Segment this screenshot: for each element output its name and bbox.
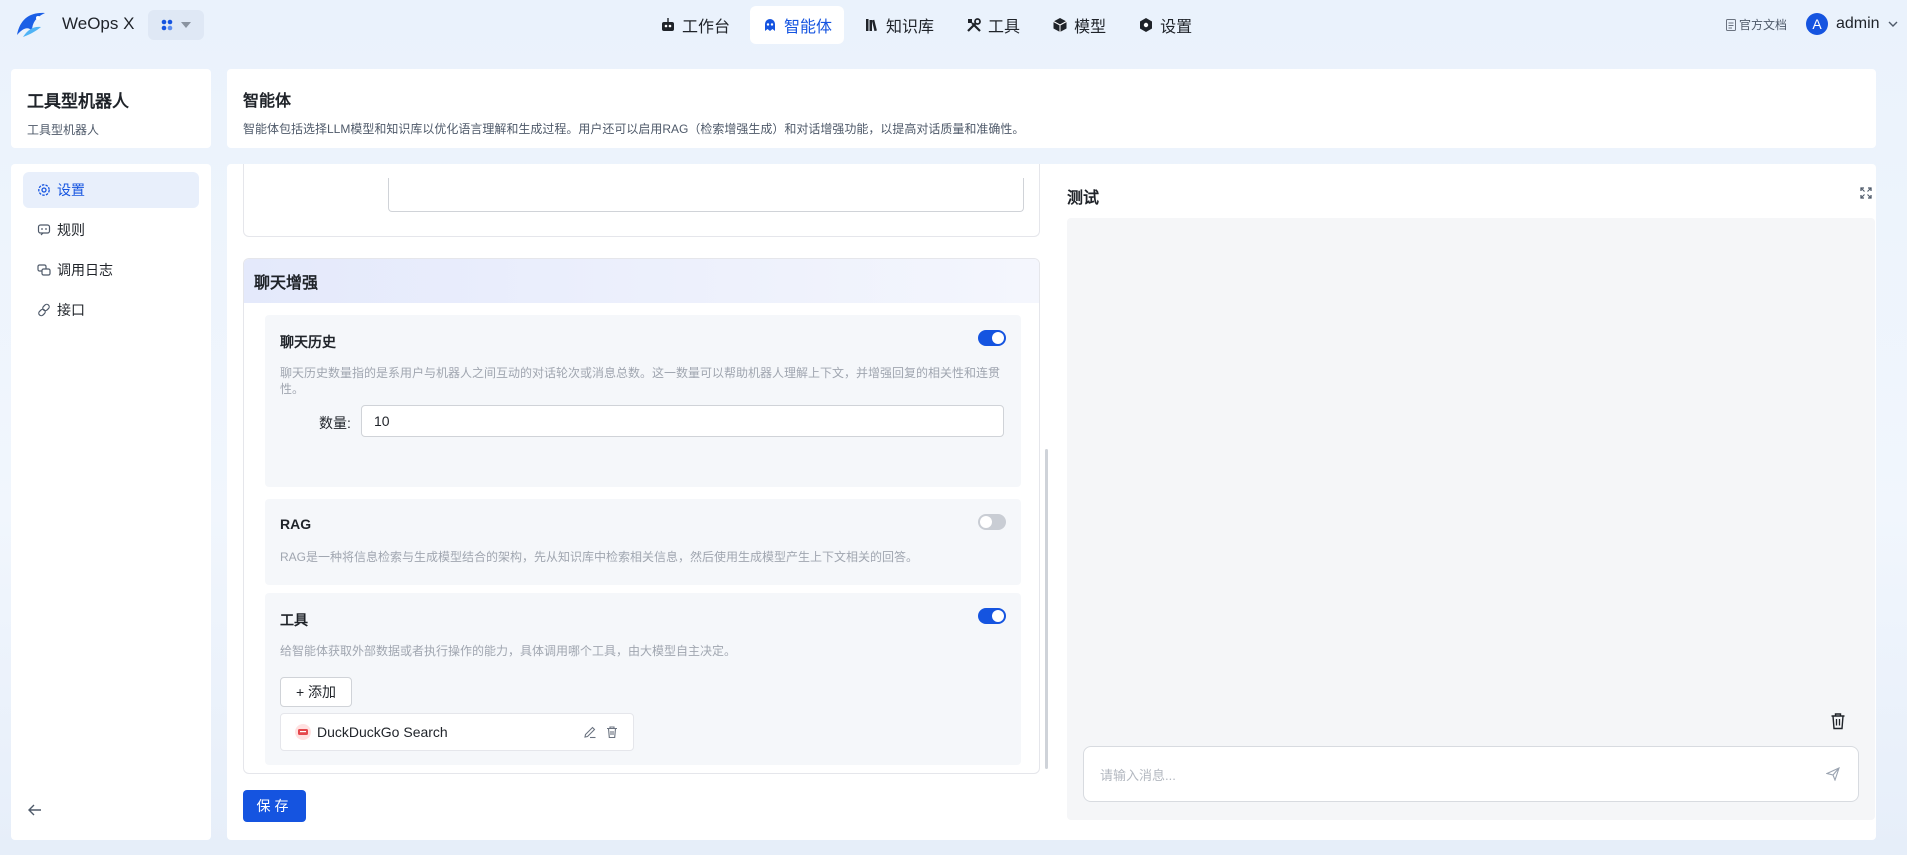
test-panel-title: 测试 [1067,190,1100,207]
fullscreen-icon[interactable] [1860,187,1872,199]
nav-label: 智能体 [784,19,833,36]
agent-info-card: 工具型机器人 工具型机器人 [11,69,211,148]
toggle-knob [992,610,1004,622]
app-switcher[interactable] [148,10,204,40]
section-title: 聊天增强 [244,259,1039,303]
caret-down-icon [181,22,191,28]
form-fragment [243,164,1040,237]
bot-icon [765,19,776,31]
block-description: 聊天历史数量指的是系用户与机器人之间互动的对话轮次或消息总数。这一数量可以帮助机… [280,366,1001,396]
cube-icon [1053,18,1067,32]
settings-icon [38,184,50,196]
avatar: A [1806,13,1828,35]
main-nav: 工作台 智能体 知识库 工具 模型 设置 [648,6,1204,44]
page-title: 智能体 [243,93,292,110]
page-header: 智能体 智能体包括选择LLM模型和知识库以优化语言理解和生成过程。用户还可以启用… [227,69,1876,148]
nav-agents[interactable]: 智能体 [750,6,845,44]
delete-icon[interactable] [605,725,619,739]
quantity-label: 数量: [319,415,351,431]
block-title: 聊天历史 [280,334,336,350]
agent-type: 工具型机器人 [27,123,100,137]
page-description: 智能体包括选择LLM模型和知识库以优化语言理解和生成过程。用户还可以启用RAG（… [243,122,1025,136]
edit-icon[interactable] [583,725,597,739]
books-icon [866,19,877,32]
toggle-knob [980,516,992,528]
send-icon[interactable] [1826,767,1840,781]
nav-tools[interactable]: 工具 [954,6,1032,44]
nav-label: 设置 [1160,19,1193,36]
tool-actions [583,725,619,739]
brand-name: WeOps X [62,14,135,33]
log-icon [37,264,51,276]
chat-enhance-section: 聊天增强 聊天历史 聊天历史数量指的是系用户与机器人之间互动的对话轮次或消息总数… [243,258,1040,774]
document-icon [1726,18,1736,31]
top-bar: WeOps X 工作台 智能体 知识库 工具 模型 设置 官方文档 A admi… [0,0,1907,50]
collapse-arrow-icon[interactable] [27,802,43,818]
menu-item-api[interactable]: 接口 [23,292,199,328]
nav-label: 工具 [988,19,1021,36]
save-button[interactable]: 保存 [243,790,306,822]
tool-name: DuckDuckGo Search [317,724,448,740]
robot-icon [662,18,674,31]
nav-workbench[interactable]: 工作台 [648,6,742,44]
weops-logo [17,12,45,37]
tools-block: 工具 给智能体获取外部数据或者执行操作的能力，具体调用哪个工具，由大模型自主决定… [265,593,1021,765]
menu-item-rules[interactable]: 规则 [23,212,199,248]
chat-history-block: 聊天历史 聊天历史数量指的是系用户与机器人之间互动的对话轮次或消息总数。这一数量… [265,315,1021,487]
chevron-down-icon [1888,21,1898,27]
username: admin [1836,15,1880,32]
nav-label: 模型 [1074,19,1107,36]
user-menu[interactable]: A admin [1806,13,1898,35]
duckduckgo-icon [295,724,311,740]
nav-label: 知识库 [886,19,935,36]
nav-knowledge[interactable]: 知识库 [852,6,946,44]
quantity-input[interactable]: 10 [361,405,1004,437]
link-icon [38,303,50,317]
nav-models[interactable]: 模型 [1040,6,1118,44]
nav-label: 工作台 [682,19,731,36]
menu-label: 接口 [57,302,85,318]
menu-label: 设置 [57,182,85,198]
menu-label: 调用日志 [57,262,113,278]
rag-toggle[interactable] [978,514,1006,530]
clear-chat-icon[interactable] [1830,712,1846,730]
menu-item-settings[interactable]: 设置 [23,172,199,208]
chat-history-toggle[interactable] [978,330,1006,346]
menu-item-logs[interactable]: 调用日志 [23,252,199,288]
rules-icon [37,224,51,236]
apps-icon [161,19,173,31]
rag-block: RAG RAG是一种将信息检索与生成模型结合的架构，先从知识库中检索相关信息，然… [265,499,1021,585]
agent-name: 工具型机器人 [27,92,129,111]
chat-history-area [1067,218,1875,820]
tools-icon [967,18,981,32]
side-menu: 设置 规则 调用日志 接口 [11,164,211,840]
block-title: RAG [280,516,312,532]
block-description: RAG是一种将信息检索与生成模型结合的架构，先从知识库中检索相关信息，然后使用生… [280,550,919,564]
gear-icon [1140,18,1153,32]
chat-message-input[interactable]: 请输入消息... [1083,746,1859,802]
content-card: 聊天增强 聊天历史 聊天历史数量指的是系用户与机器人之间互动的对话轮次或消息总数… [227,164,1876,840]
block-description: 给智能体获取外部数据或者执行操作的能力，具体调用哪个工具，由大模型自主决定。 [280,644,737,658]
nav-settings[interactable]: 设置 [1126,6,1204,44]
add-tool-button[interactable]: + 添加 [280,677,352,707]
tools-toggle[interactable] [978,608,1006,624]
toggle-knob [992,332,1004,344]
docs-link[interactable]: 官方文档 [1726,16,1787,33]
docs-label: 官方文档 [1739,18,1788,32]
description-textarea[interactable] [388,178,1024,212]
block-title: 工具 [280,612,308,628]
menu-label: 规则 [57,222,85,238]
scrollbar[interactable] [1045,449,1048,769]
tool-item: DuckDuckGo Search [280,713,634,751]
